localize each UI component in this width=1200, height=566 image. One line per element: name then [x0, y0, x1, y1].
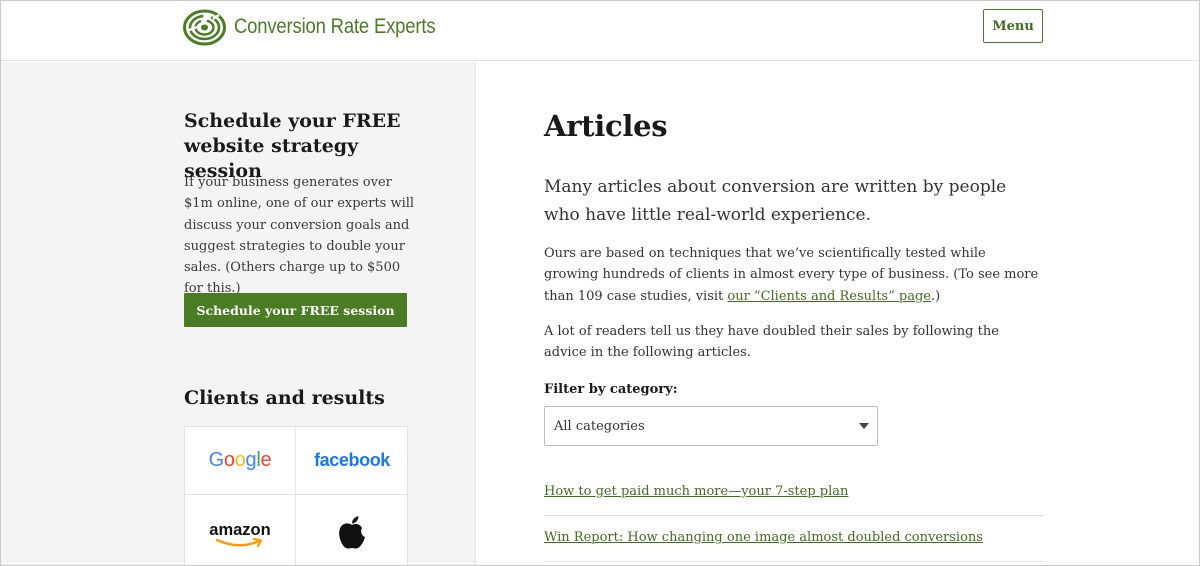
site-logo[interactable]: Conversion Rate Experts: [183, 8, 463, 46]
article-link[interactable]: How to get paid much more—your 7-step pl…: [544, 484, 848, 499]
category-filter-select[interactable]: All categories: [544, 406, 878, 446]
article-item: How to get paid much more—your 7-step pl…: [544, 470, 1043, 516]
client-logo-google[interactable]: Google: [185, 427, 296, 495]
page-title: Articles: [544, 109, 668, 143]
sidebar: Schedule your FREE website strategy sess…: [1, 62, 476, 565]
strategy-session-description: If your business generates over $1m onli…: [184, 175, 415, 297]
amazon-wordmark: amazon: [209, 520, 271, 539]
category-filter-value: All categories: [554, 418, 645, 434]
maze-logo-icon: [183, 9, 226, 45]
facebook-logo-icon: facebook: [314, 450, 390, 470]
readers-paragraph: A lot of readers tell us they have doubl…: [544, 324, 999, 361]
brand-name: Conversion Rate Experts: [234, 15, 436, 38]
page-frame: Conversion Rate Experts Menu Schedule yo…: [0, 0, 1200, 566]
menu-button[interactable]: Menu: [983, 9, 1043, 43]
client-logo-facebook[interactable]: facebook: [296, 427, 408, 495]
amazon-logo-icon: amazon: [209, 520, 271, 547]
intro-lead: Many articles about conversion are writt…: [544, 177, 1007, 225]
intro-paragraph-end: .): [930, 288, 941, 304]
chevron-down-icon: [859, 423, 869, 429]
clients-results-link[interactable]: our “Clients and Results” page: [727, 289, 931, 304]
article-link[interactable]: Win Report: How changing one image almos…: [544, 530, 983, 545]
site-header: Conversion Rate Experts Menu: [1, 1, 1199, 61]
filter-label: Filter by category:: [544, 382, 678, 397]
client-logo-amazon[interactable]: amazon: [185, 495, 296, 565]
client-logo-apple[interactable]: [296, 495, 408, 565]
google-logo-icon: Google: [208, 449, 272, 471]
amazon-smile-icon: [216, 537, 263, 547]
article-item: Win Report: How changing one image almos…: [544, 516, 1043, 562]
apple-logo-icon: [339, 516, 365, 549]
intro-paragraph: Ours are based on techniques that we’ve …: [544, 243, 1044, 307]
schedule-session-button[interactable]: Schedule your FREE session: [184, 293, 407, 327]
clients-results-title: Clients and results: [184, 387, 385, 409]
client-logo-grid: Google facebook amazon: [184, 426, 408, 565]
